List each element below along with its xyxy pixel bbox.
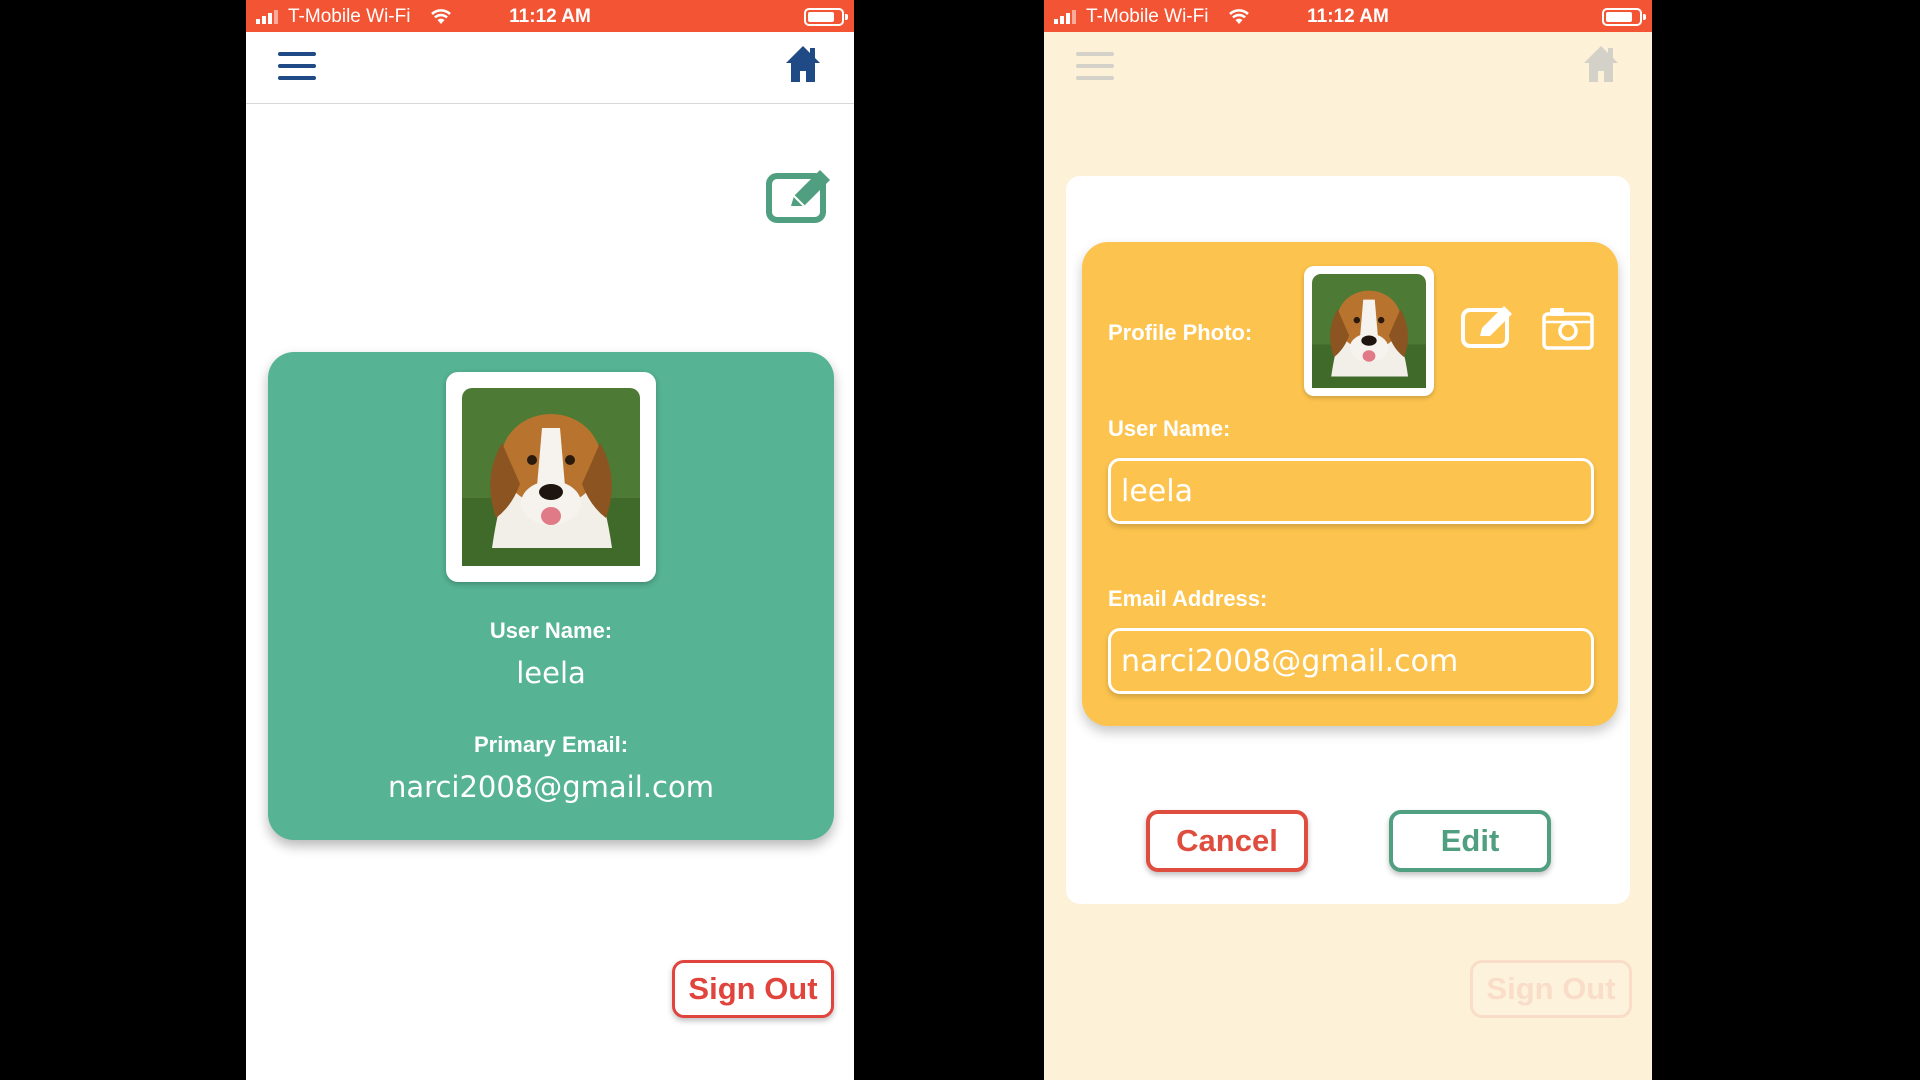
user-name-field-label: User Name: xyxy=(1108,416,1231,441)
user-name-label: User Name: xyxy=(489,618,613,643)
home-icon[interactable] xyxy=(784,44,822,84)
edit-profile-screen: T-Mobile Wi-Fi 11:12 AM Sign Out Profile… xyxy=(1044,0,1652,1080)
hamburger-menu-icon[interactable] xyxy=(278,52,316,80)
primary-email-label: Primary Email: xyxy=(473,732,629,757)
sign-out-button[interactable]: Sign Out xyxy=(672,960,834,1018)
status-bar: T-Mobile Wi-Fi 11:12 AM xyxy=(246,0,854,32)
profile-photo xyxy=(1312,274,1426,388)
edit-card: Profile Photo: User Name: leela Email Ad… xyxy=(1082,242,1618,726)
sign-out-button-dimmed: Sign Out xyxy=(1470,960,1632,1018)
edit-profile-dialog: Profile Photo: User Name: leela Email Ad… xyxy=(1066,176,1630,904)
profile-photo-frame xyxy=(446,372,656,582)
cancel-button[interactable]: Cancel xyxy=(1146,810,1308,872)
home-icon xyxy=(1584,46,1618,82)
clock: 11:12 AM xyxy=(1307,6,1389,27)
screen-stage: T-Mobile Wi-Fi 11:12 AM User Name: leela… xyxy=(0,0,1920,1080)
email-input[interactable] xyxy=(1108,628,1594,694)
profile-screen: T-Mobile Wi-Fi 11:12 AM User Name: leela… xyxy=(246,0,854,1080)
battery-icon xyxy=(804,8,848,26)
nav-bar-dimmed xyxy=(1044,32,1652,104)
edit-button[interactable]: Edit xyxy=(1389,810,1551,872)
hamburger-menu-icon xyxy=(1076,52,1114,80)
nav-bar xyxy=(246,32,854,104)
status-bar: T-Mobile Wi-Fi 11:12 AM xyxy=(1044,0,1652,32)
profile-photo xyxy=(462,388,640,566)
camera-icon[interactable] xyxy=(1542,306,1594,350)
email-field-label: Email Address: xyxy=(1108,586,1268,611)
battery-icon xyxy=(1602,8,1646,26)
edit-profile-icon[interactable] xyxy=(766,168,836,224)
primary-email-value: narci2008@gmail.com xyxy=(388,770,714,804)
profile-photo-label: Profile Photo: xyxy=(1108,320,1253,345)
user-name-value: leela xyxy=(516,656,586,690)
profile-photo-thumbnail xyxy=(1304,266,1434,396)
clock: 11:12 AM xyxy=(509,6,591,27)
user-name-input[interactable] xyxy=(1108,458,1594,524)
pencil-icon[interactable] xyxy=(1460,302,1518,350)
profile-card: User Name: leela Primary Email: narci200… xyxy=(268,352,834,840)
